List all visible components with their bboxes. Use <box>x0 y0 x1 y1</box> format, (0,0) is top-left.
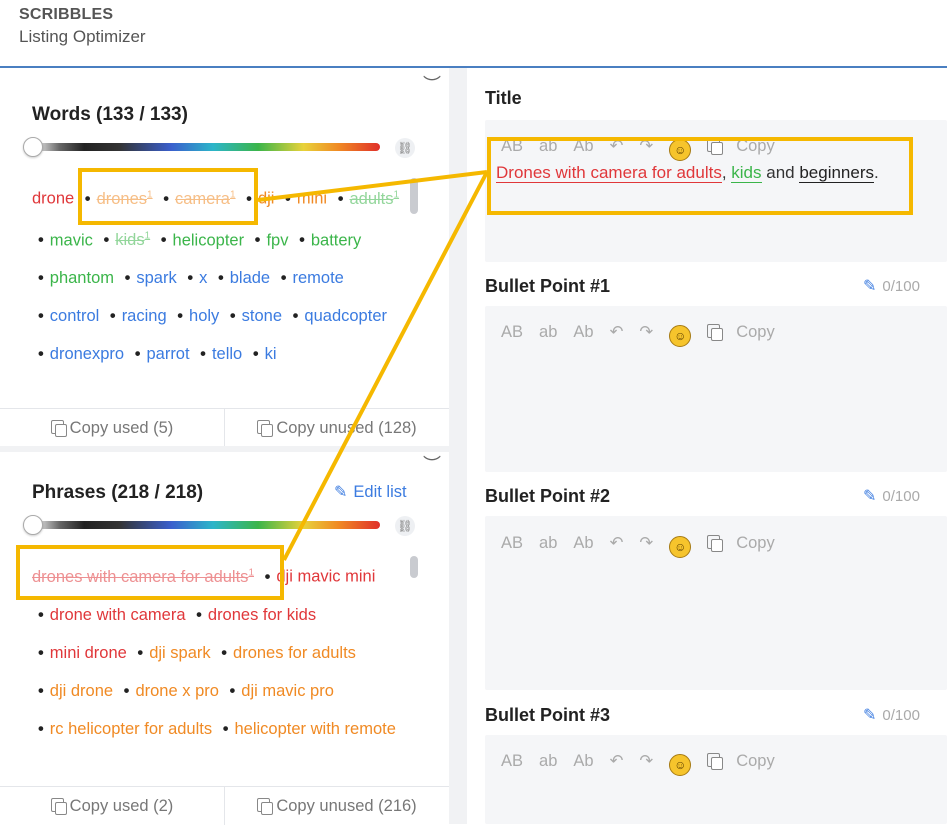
connector-line-phrases <box>282 171 489 561</box>
connector-lines <box>257 170 489 561</box>
connector-line-words <box>257 170 488 202</box>
